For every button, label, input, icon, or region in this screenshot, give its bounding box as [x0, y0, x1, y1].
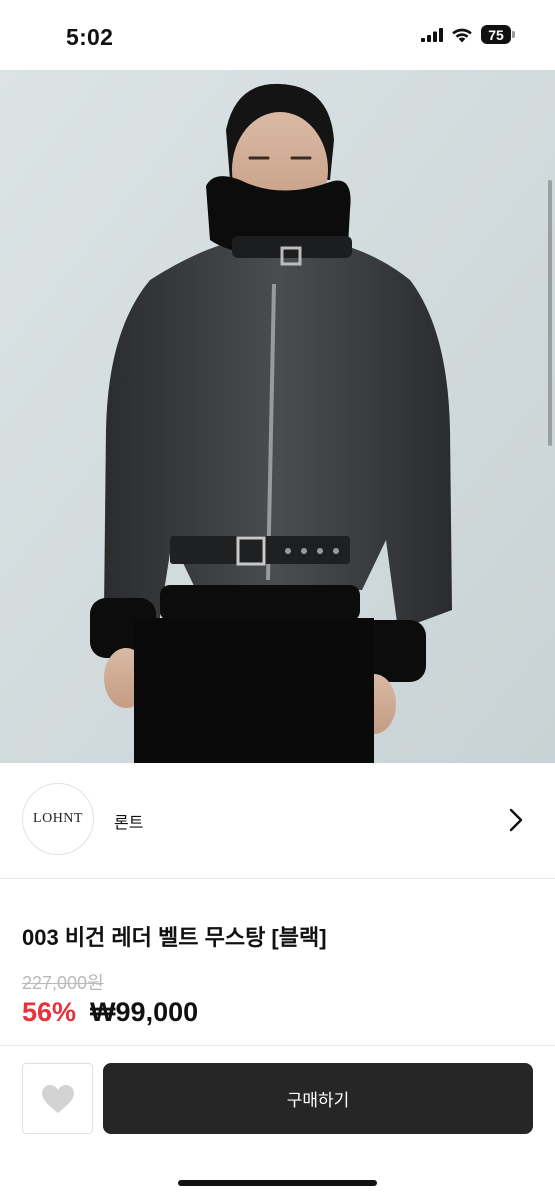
bottom-divider [0, 1045, 555, 1046]
discount-rate: 56% [22, 997, 77, 1027]
product-title: 003 비건 레더 벨트 무스탕 [블랙] [22, 925, 327, 950]
battery-icon: 75 [481, 25, 515, 44]
like-button[interactable] [22, 1063, 93, 1134]
price-row: 56% ₩99,000 [22, 997, 198, 1028]
seller-name[interactable]: 론트 [114, 809, 143, 833]
home-indicator[interactable] [178, 1180, 377, 1186]
product-image[interactable] [0, 70, 555, 763]
signal-icon [421, 27, 443, 42]
status-bar: 5:02 75 [0, 0, 555, 70]
status-time: 5:02 [66, 24, 114, 50]
wifi-icon [452, 28, 472, 42]
seller-logo[interactable]: LOHNT [22, 783, 94, 855]
heart-icon [41, 1084, 74, 1113]
seller-row[interactable]: LOHNT 론트 [0, 763, 555, 879]
buy-button[interactable]: 구매하기 [103, 1063, 533, 1134]
chevron-right-icon[interactable] [507, 807, 525, 833]
battery-level: 75 [481, 25, 511, 44]
model-leather-jacket-image [0, 70, 555, 763]
status-icons: 75 [421, 25, 515, 44]
original-price: 227,000원 [22, 973, 104, 993]
scroll-indicator[interactable] [548, 180, 552, 446]
sale-price: ₩99,000 [90, 997, 199, 1027]
